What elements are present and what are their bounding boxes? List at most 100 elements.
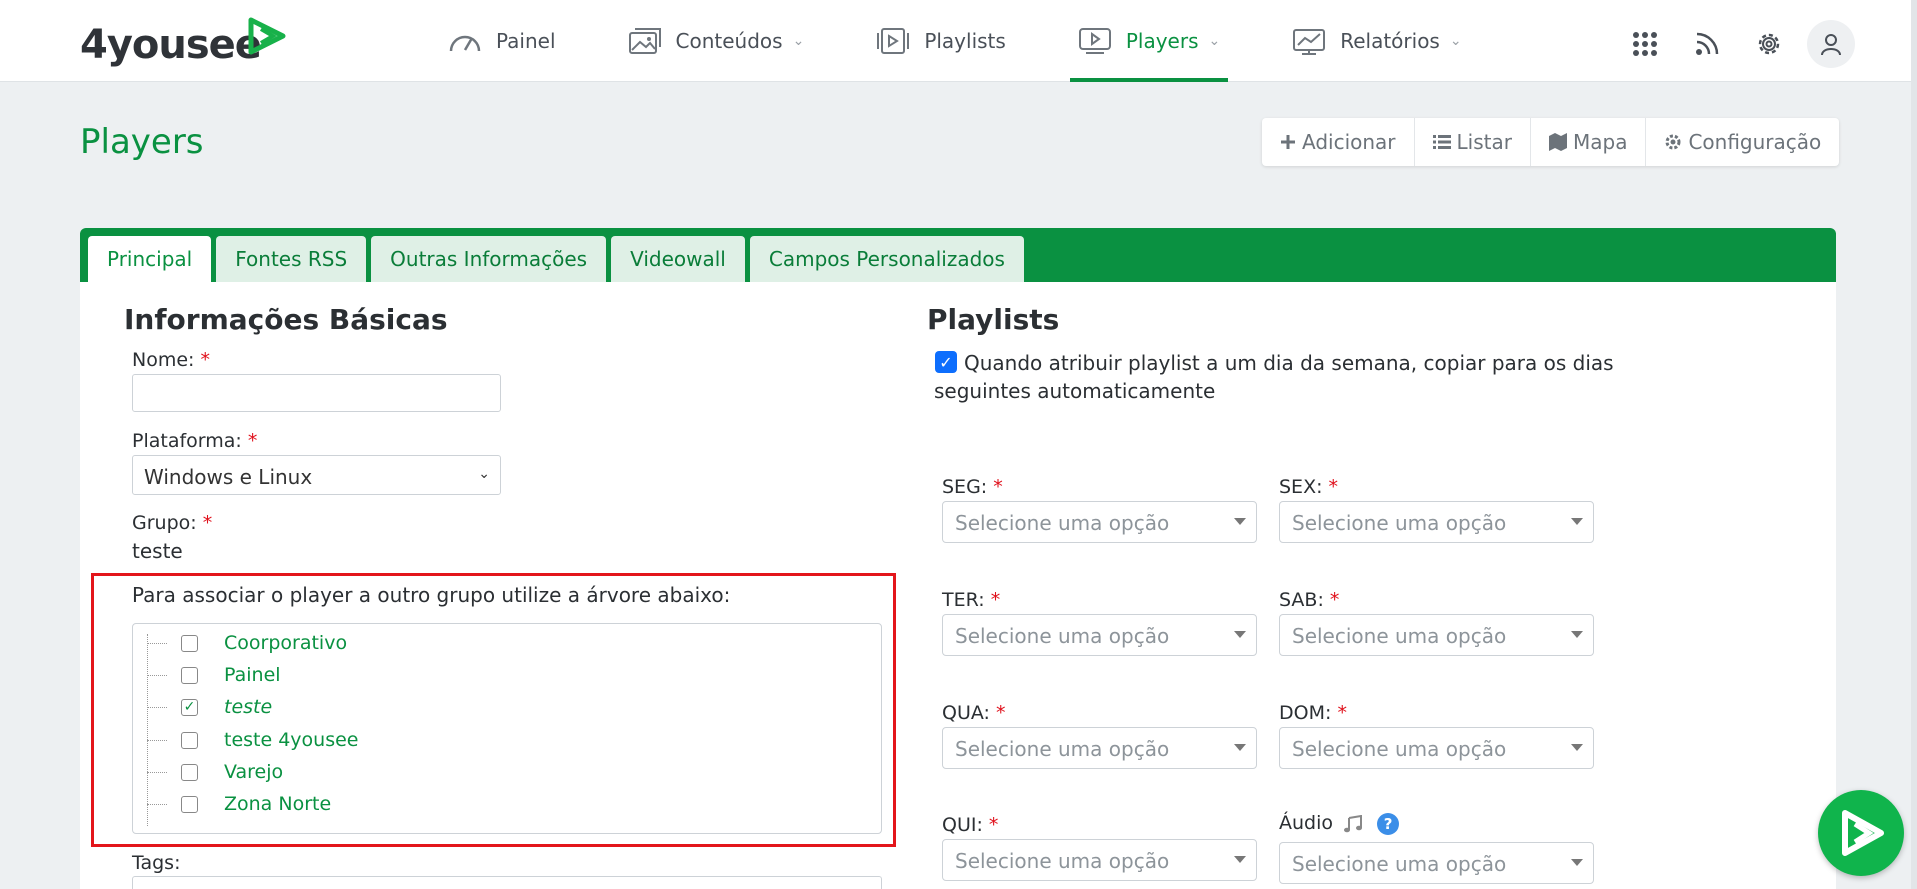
brand-fab-button[interactable] (1818, 790, 1904, 876)
tree-item-label[interactable]: teste 4yousee (224, 729, 359, 751)
help-icon[interactable]: ? (1377, 812, 1400, 835)
platform-label: Plataforma: * (132, 430, 257, 452)
nav-item-painel[interactable]: Painel (440, 0, 564, 82)
group-value: teste (132, 539, 183, 563)
tree-item-painel[interactable]: Painel (133, 662, 281, 688)
chevron-down-icon: ⌄ (478, 466, 490, 482)
tree-checkbox[interactable] (181, 763, 198, 781)
required-mark: * (1329, 589, 1340, 611)
settings-button-label: Configuração (1688, 130, 1822, 154)
tab-campos-personalizados[interactable]: Campos Personalizados (749, 236, 1024, 282)
select-placeholder: Selecione uma opção (955, 849, 1170, 873)
tree-item-label[interactable]: teste (224, 696, 272, 718)
tab-principal[interactable]: Principal (88, 236, 212, 282)
settings-button[interactable]: Configuração (1646, 118, 1839, 166)
add-button-label: Adicionar (1302, 130, 1396, 154)
select-qua[interactable]: Selecione uma opção (942, 727, 1257, 769)
tree-instruction: Para associar o player a outro grupo uti… (132, 583, 731, 607)
brand-play-icon (248, 17, 286, 55)
day-label-dom: DOM: * (1279, 702, 1347, 724)
rss-icon[interactable] (1683, 20, 1731, 68)
select-sab[interactable]: Selecione uma opção (1279, 614, 1594, 656)
tree-item-teste-4yousee[interactable]: teste 4yousee (133, 727, 359, 753)
tree-connector (147, 674, 167, 676)
tab-fontes-rss[interactable]: Fontes RSS (216, 236, 367, 282)
list-button-label: Listar (1456, 130, 1512, 154)
dropdown-arrow-icon (1571, 859, 1583, 866)
chevron-down-icon: ⌄ (1208, 33, 1221, 49)
required-mark: * (1328, 476, 1339, 498)
audio-label: Áudio ? (1279, 812, 1400, 835)
group-tree: Coorporativo Painel ✓ teste teste 4youse… (132, 623, 882, 834)
nav-item-relatorios[interactable]: Relatórios ⌄ (1284, 0, 1469, 82)
player-icon (1078, 28, 1111, 54)
list-button[interactable]: Listar (1415, 118, 1531, 166)
map-button[interactable]: Mapa (1531, 118, 1647, 166)
tree-item-label[interactable]: Zona Norte (224, 793, 331, 815)
tree-item-label[interactable]: Coorporativo (224, 632, 347, 654)
apps-grid-icon[interactable] (1621, 20, 1669, 68)
dropdown-arrow-icon (1571, 518, 1583, 525)
map-button-label: Mapa (1572, 130, 1628, 154)
select-dom[interactable]: Selecione uma opção (1279, 727, 1594, 769)
tree-item-coorporativo[interactable]: Coorporativo (133, 630, 347, 656)
select-placeholder: Selecione uma opção (1292, 624, 1507, 648)
nav-label: Conteúdos (675, 29, 783, 53)
top-right-icons (1607, 20, 1855, 68)
list-icon (1432, 135, 1451, 149)
select-placeholder: Selecione uma opção (955, 511, 1170, 535)
page-scrollbar[interactable] (1911, 0, 1917, 889)
day-label-text: SAB: (1279, 589, 1324, 611)
required-mark: * (995, 702, 1006, 724)
select-audio[interactable]: Selecione uma opção (1279, 842, 1594, 884)
header-actions: Adicionar Listar Mapa Configuração (1262, 118, 1840, 166)
tree-checkbox-checked[interactable]: ✓ (181, 698, 198, 716)
add-button[interactable]: Adicionar (1262, 118, 1415, 166)
select-ter[interactable]: Selecione uma opção (942, 614, 1257, 656)
chevron-down-icon: ⌄ (792, 33, 805, 49)
tab-outras-informacoes[interactable]: Outras Informações (371, 236, 607, 282)
nav-item-players[interactable]: Players ⌄ (1069, 0, 1229, 82)
name-label-text: Nome: (132, 349, 195, 371)
platform-select[interactable]: Windows e Linux ⌄ (132, 455, 501, 495)
basic-info-title: Informações Básicas (124, 303, 448, 336)
brand-logo[interactable]: 4yousee (80, 17, 286, 68)
tree-connector (147, 803, 167, 805)
day-label-seg: SEG: * (942, 476, 1003, 498)
dropdown-arrow-icon (1234, 518, 1246, 525)
gear-icon[interactable] (1745, 20, 1793, 68)
tree-checkbox[interactable] (181, 731, 198, 749)
select-placeholder: Selecione uma opção (955, 737, 1170, 761)
tree-item-label[interactable]: Varejo (224, 761, 283, 783)
select-seg[interactable]: Selecione uma opção (942, 501, 1257, 543)
tree-connector (147, 771, 167, 773)
select-qui[interactable]: Selecione uma opção (942, 839, 1257, 881)
day-label-ter: TER: * (942, 589, 1000, 611)
tree-connector (147, 642, 167, 644)
copy-days-label: Quando atribuir playlist a um dia da sem… (934, 351, 1614, 403)
images-icon (628, 28, 661, 54)
tree-item-label[interactable]: Painel (224, 664, 281, 686)
user-icon[interactable] (1807, 20, 1855, 68)
tree-connector (147, 739, 167, 741)
tags-field[interactable] (132, 876, 882, 889)
select-placeholder: Selecione uma opção (1292, 852, 1507, 876)
report-icon (1293, 29, 1326, 55)
nav-item-playlists[interactable]: Playlists (868, 0, 1014, 82)
tags-label: Tags: (132, 852, 181, 874)
tree-item-varejo[interactable]: Varejo (133, 759, 283, 785)
tree-checkbox[interactable] (181, 666, 198, 684)
name-field[interactable] (132, 374, 501, 412)
nav-item-conteudos[interactable]: Conteúdos ⌄ (620, 0, 813, 82)
day-label-sex: SEX: * (1279, 476, 1338, 498)
tree-checkbox[interactable] (181, 795, 198, 813)
tab-videowall[interactable]: Videowall (611, 236, 745, 282)
tree-checkbox[interactable] (181, 634, 198, 652)
select-sex[interactable]: Selecione uma opção (1279, 501, 1594, 543)
tree-item-zona-norte[interactable]: Zona Norte (133, 791, 331, 817)
name-label: Nome: * (132, 349, 210, 371)
page-title: Players (80, 122, 204, 162)
tree-item-teste[interactable]: ✓ teste (133, 694, 272, 720)
day-label-sab: SAB: * (1279, 589, 1339, 611)
required-mark: * (988, 814, 999, 836)
